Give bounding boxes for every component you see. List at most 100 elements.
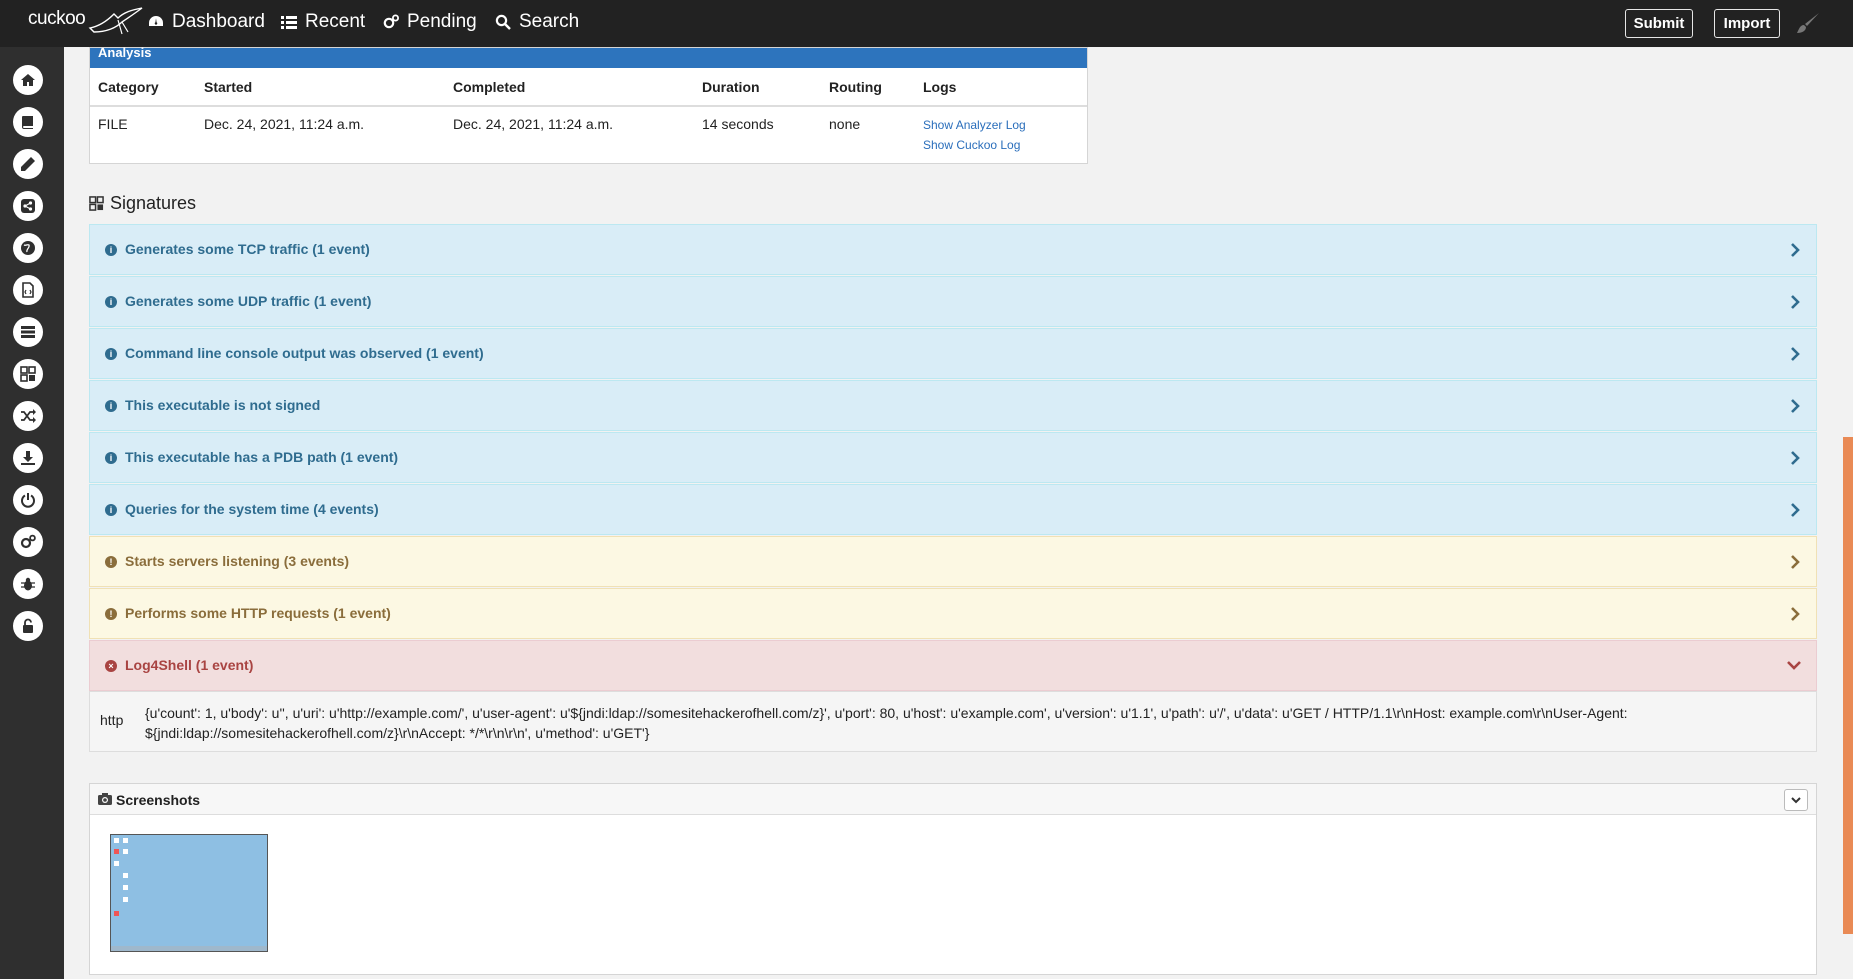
- exclamation-circle-icon: !: [105, 556, 117, 568]
- signatures-title: Signatures: [110, 193, 197, 213]
- taskbar: [111, 946, 267, 951]
- nav-dashboard[interactable]: Dashboard: [148, 11, 265, 33]
- sidebar-compare[interactable]: [13, 401, 43, 431]
- sidebar-options[interactable]: [13, 527, 43, 557]
- signature-label: Performs some HTTP requests (1 event): [125, 605, 391, 621]
- nav-pending[interactable]: Pending: [383, 11, 477, 33]
- cell-category: FILE: [98, 116, 128, 132]
- sidebar-debug[interactable]: [13, 569, 43, 599]
- sidebar-process-memory[interactable]: [13, 317, 43, 347]
- chevron-right-icon: [1791, 295, 1800, 309]
- search-icon: [495, 14, 511, 30]
- scrollbar-thumb[interactable]: [1843, 437, 1853, 934]
- chevron-right-icon: [1791, 451, 1800, 465]
- unlock-icon: [23, 618, 33, 633]
- desktop-icon: [123, 885, 128, 890]
- chevron-right-icon: [1791, 399, 1800, 413]
- signature-label: Generates some UDP traffic (1 event): [125, 293, 372, 309]
- chevron-down-icon: [1787, 661, 1801, 670]
- screenshot-thumbnail[interactable]: [110, 834, 268, 952]
- signature-row[interactable]: × Log4Shell (1 event): [89, 640, 1817, 691]
- grid-icon: [89, 196, 104, 211]
- times-circle-icon: ×: [105, 660, 117, 672]
- signature-row[interactable]: i Generates some UDP traffic (1 event): [89, 276, 1817, 327]
- sidebar-network[interactable]: [13, 233, 43, 263]
- cuckoo-logo[interactable]: cuckoo: [28, 7, 143, 35]
- desktop-icon: [114, 861, 119, 866]
- info-circle-icon: i: [105, 348, 117, 360]
- header-category: Category: [98, 79, 159, 95]
- desktop-icon: [123, 849, 128, 854]
- bird-icon: [88, 7, 143, 35]
- chevron-right-icon: [1791, 555, 1800, 569]
- header-routing: Routing: [829, 79, 882, 95]
- list-icon: [281, 16, 297, 29]
- gears-icon: [383, 14, 399, 29]
- signature-label: This executable has a PDB path (1 event): [125, 449, 399, 465]
- signature-row[interactable]: i Queries for the system time (4 events): [89, 484, 1817, 535]
- desktop-icon: [114, 849, 119, 854]
- signature-row[interactable]: ! Starts servers listening (3 events): [89, 536, 1817, 587]
- signature-row[interactable]: ! Performs some HTTP requests (1 event): [89, 588, 1817, 639]
- analysis-panel-title: Analysis: [90, 46, 1087, 68]
- share-icon: [21, 199, 35, 213]
- bug-icon: [21, 577, 35, 591]
- nav-pending-label: Pending: [407, 11, 477, 32]
- info-circle-icon: i: [105, 400, 117, 412]
- chevron-right-icon: [1791, 347, 1800, 361]
- brand-name: cuckoo: [28, 8, 86, 29]
- cell-started: Dec. 24, 2021, 11:24 a.m.: [204, 116, 365, 132]
- desktop-icon: [114, 911, 119, 916]
- sidebar-admin[interactable]: [13, 611, 43, 641]
- signature-label: Command line console output was observed…: [125, 345, 484, 361]
- import-button[interactable]: Import: [1714, 9, 1780, 38]
- sidebar-summary[interactable]: [13, 107, 43, 137]
- signature-label: Queries for the system time (4 events): [125, 501, 379, 517]
- signature-label: This executable is not signed: [125, 397, 321, 413]
- cell-routing: none: [829, 116, 861, 132]
- nav-search[interactable]: Search: [495, 11, 579, 33]
- file-code-icon: [22, 282, 34, 298]
- header-started: Started: [204, 79, 253, 95]
- camera-icon: [98, 793, 112, 805]
- chevron-down-icon: [1791, 797, 1801, 804]
- theme-brush-icon[interactable]: [1795, 11, 1821, 42]
- sidebar: [0, 47, 64, 979]
- sidebar-static[interactable]: [13, 149, 43, 179]
- sidebar-signatures[interactable]: [13, 359, 43, 389]
- desktop-icon: [123, 838, 128, 843]
- signature-row[interactable]: i This executable has a PDB path (1 even…: [89, 432, 1817, 483]
- cell-completed: Dec. 24, 2021, 11:24 a.m.: [453, 116, 614, 132]
- desktop-icon: [123, 873, 128, 878]
- page-scrollbar[interactable]: [1843, 47, 1853, 979]
- show-analyzer-log-link[interactable]: Show Analyzer Log: [923, 118, 1026, 132]
- submit-button[interactable]: Submit: [1625, 9, 1693, 38]
- info-circle-icon: i: [105, 244, 117, 256]
- screenshots-collapse-button[interactable]: [1784, 789, 1808, 811]
- signature-label: Generates some TCP traffic (1 event): [125, 241, 370, 257]
- top-navbar: cuckoo Dashboard Recent Pending Search S…: [0, 0, 1853, 47]
- sidebar-dropped-files[interactable]: [13, 275, 43, 305]
- exclamation-circle-icon: !: [105, 608, 117, 620]
- sidebar-home[interactable]: [13, 65, 43, 95]
- grid-icon: [20, 366, 36, 382]
- nav-search-label: Search: [519, 11, 580, 32]
- nav-recent[interactable]: Recent: [281, 11, 365, 33]
- download-icon: [21, 451, 35, 465]
- detail-key: http: [100, 712, 124, 728]
- signature-row[interactable]: i This executable is not signed: [89, 380, 1817, 431]
- analysis-panel: Analysis Category Started Completed Dura…: [89, 46, 1088, 164]
- sidebar-reboot[interactable]: [13, 485, 43, 515]
- sidebar-behavior[interactable]: [13, 191, 43, 221]
- shuffle-icon: [21, 409, 36, 423]
- show-cuckoo-log-link[interactable]: Show Cuckoo Log: [923, 138, 1020, 152]
- detail-value: {u'count': 1, u'body': u'', u'uri': u'ht…: [145, 705, 1628, 741]
- dashboard-icon: [149, 16, 163, 26]
- signature-row[interactable]: i Command line console output was observ…: [89, 328, 1817, 379]
- sidebar-export[interactable]: [13, 443, 43, 473]
- signatures-heading: Signatures: [89, 193, 196, 214]
- desktop-icon: [114, 838, 119, 843]
- signature-row[interactable]: i Generates some TCP traffic (1 event): [89, 224, 1817, 275]
- pencil-icon: [21, 157, 35, 171]
- info-circle-icon: i: [105, 452, 117, 464]
